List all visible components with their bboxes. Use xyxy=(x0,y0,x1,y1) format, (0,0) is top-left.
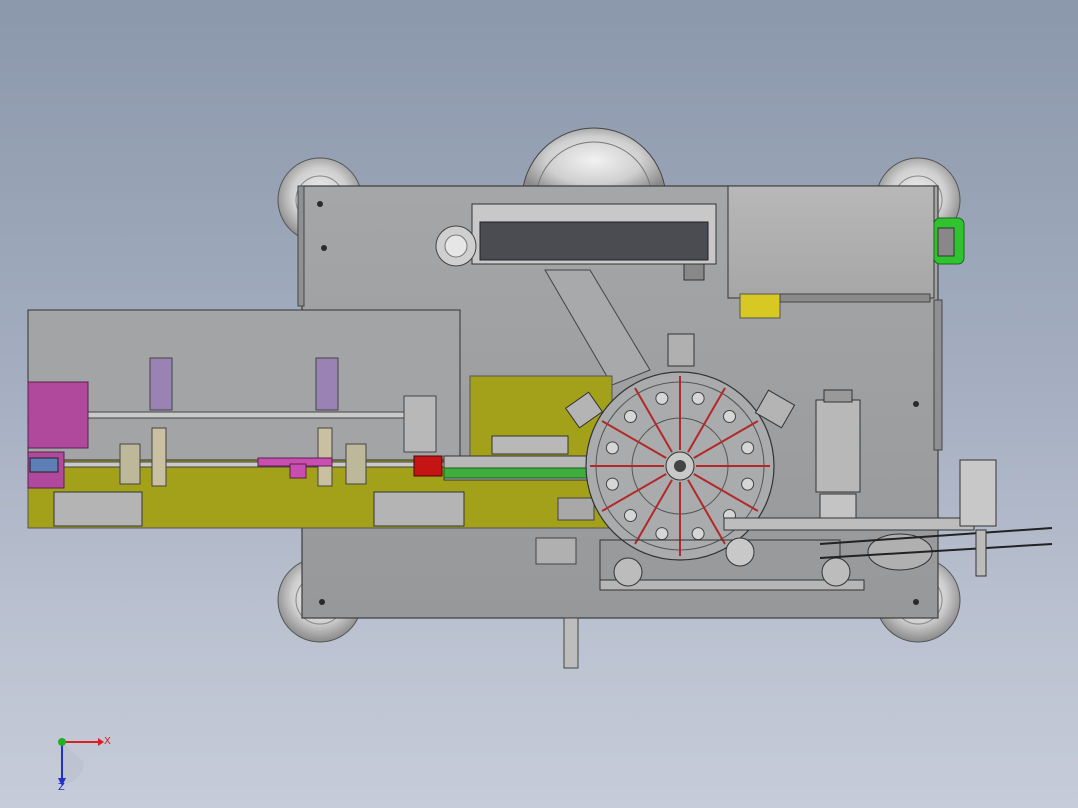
rotary-pocket xyxy=(605,441,619,455)
rotary-pocket xyxy=(741,477,755,491)
guide-post-right xyxy=(315,357,339,411)
machine-assembly xyxy=(27,127,1053,669)
bottom-shaft xyxy=(563,617,579,669)
guide-post-left xyxy=(149,357,173,411)
rotary-pocket xyxy=(741,441,755,455)
rotary-pocket xyxy=(655,527,669,541)
rotary-pocket xyxy=(624,508,638,522)
rotary-pocket xyxy=(691,527,705,541)
rotary-pocket xyxy=(655,391,669,405)
x-axis-label: X xyxy=(104,736,111,747)
cad-viewport[interactable]: X Z xyxy=(0,0,1078,808)
red-stop-block[interactable] xyxy=(413,455,443,477)
rotary-pocket xyxy=(691,391,705,405)
control-box[interactable] xyxy=(727,185,935,319)
green-drive-motor[interactable] xyxy=(933,217,965,265)
rotary-pocket xyxy=(624,410,638,424)
servo-motor[interactable] xyxy=(815,389,861,525)
rotary-index-table[interactable] xyxy=(585,371,775,561)
rotary-pocket xyxy=(605,477,619,491)
knob-icon[interactable] xyxy=(435,225,477,267)
axis-triad: X Z xyxy=(58,736,111,793)
y-axis-dot xyxy=(58,738,66,746)
rotary-pocket xyxy=(722,410,736,424)
magenta-end-clamp[interactable] xyxy=(27,381,89,449)
z-axis-label: Z xyxy=(58,782,65,793)
